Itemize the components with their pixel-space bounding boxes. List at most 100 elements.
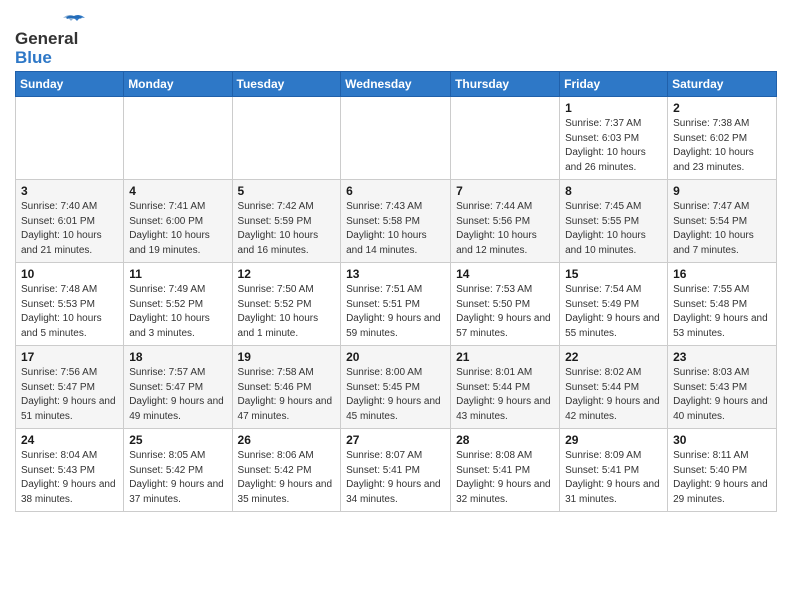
calendar-cell: 6 Sunrise: 7:43 AM Sunset: 5:58 PM Daylig… (341, 180, 451, 263)
day-number: 6 (346, 184, 445, 198)
day-info: Sunrise: 7:50 AM Sunset: 5:52 PM Dayligh… (238, 283, 336, 341)
day-info: Sunrise: 7:51 AM Sunset: 5:51 PM Dayligh… (346, 283, 445, 341)
day-info: Sunrise: 7:49 AM Sunset: 5:52 PM Dayligh… (129, 283, 226, 341)
day-info: Sunrise: 7:56 AM Sunset: 5:47 PM Dayligh… (21, 366, 118, 424)
day-info: Sunrise: 8:03 AM Sunset: 5:43 PM Dayligh… (673, 366, 771, 424)
day-number: 1 (565, 101, 662, 115)
day-info: Sunrise: 7:41 AM Sunset: 6:00 PM Dayligh… (129, 200, 226, 258)
calendar-cell (124, 97, 232, 180)
calendar-cell: 30 Sunrise: 8:11 AM Sunset: 5:40 PM Dayli… (668, 429, 777, 512)
day-info: Sunrise: 8:00 AM Sunset: 5:45 PM Dayligh… (346, 366, 445, 424)
day-info: Sunrise: 8:04 AM Sunset: 5:43 PM Dayligh… (21, 449, 118, 507)
calendar-cell: 7 Sunrise: 7:44 AM Sunset: 5:56 PM Daylig… (451, 180, 560, 263)
day-number: 24 (21, 433, 118, 447)
calendar-cell: 22Sunrise: 8:02 AM Sunset: 5:44 PM Dayli… (560, 346, 668, 429)
day-number: 23 (673, 350, 771, 364)
day-info: Sunrise: 7:42 AM Sunset: 5:59 PM Dayligh… (238, 200, 336, 258)
day-number: 7 (456, 184, 554, 198)
calendar-cell: 24 Sunrise: 8:04 AM Sunset: 5:43 PM Dayli… (16, 429, 124, 512)
day-number: 18 (129, 350, 226, 364)
calendar-cell: 14Sunrise: 7:53 AM Sunset: 5:50 PM Dayli… (451, 263, 560, 346)
day-number: 21 (456, 350, 554, 364)
day-number: 14 (456, 267, 554, 281)
calendar-cell: 21 Sunrise: 8:01 AM Sunset: 5:44 PM Dayli… (451, 346, 560, 429)
calendar-cell (451, 97, 560, 180)
day-number: 10 (21, 267, 118, 281)
calendar-cell: 17Sunrise: 7:56 AM Sunset: 5:47 PM Dayli… (16, 346, 124, 429)
calendar-cell: 27Sunrise: 8:07 AM Sunset: 5:41 PM Dayli… (341, 429, 451, 512)
day-number: 2 (673, 101, 771, 115)
calendar-cell: 28 Sunrise: 8:08 AM Sunset: 5:41 PM Dayli… (451, 429, 560, 512)
day-info: Sunrise: 7:58 AM Sunset: 5:46 PM Dayligh… (238, 366, 336, 424)
weekday-header-sunday: Sunday (16, 72, 124, 97)
weekday-header-tuesday: Tuesday (232, 72, 341, 97)
calendar-cell (232, 97, 341, 180)
day-number: 29 (565, 433, 662, 447)
calendar-cell: 12 Sunrise: 7:50 AM Sunset: 5:52 PM Dayli… (232, 263, 341, 346)
calendar-cell: 15 Sunrise: 7:54 AM Sunset: 5:49 PM Dayli… (560, 263, 668, 346)
day-info: Sunrise: 7:55 AM Sunset: 5:48 PM Dayligh… (673, 283, 771, 341)
calendar-cell: 18Sunrise: 7:57 AM Sunset: 5:47 PM Dayli… (124, 346, 232, 429)
calendar-week-row: 3 Sunrise: 7:40 AM Sunset: 6:01 PM Daylig… (16, 180, 777, 263)
calendar-cell: 9 Sunrise: 7:47 AM Sunset: 5:54 PM Daylig… (668, 180, 777, 263)
day-info: Sunrise: 7:45 AM Sunset: 5:55 PM Dayligh… (565, 200, 662, 258)
day-number: 15 (565, 267, 662, 281)
weekday-header-monday: Monday (124, 72, 232, 97)
calendar-cell: 10 Sunrise: 7:48 AM Sunset: 5:53 PM Dayli… (16, 263, 124, 346)
calendar-cell: 4 Sunrise: 7:41 AM Sunset: 6:00 PM Daylig… (124, 180, 232, 263)
day-number: 28 (456, 433, 554, 447)
logo-text: GeneralBlue (15, 30, 78, 67)
day-info: Sunrise: 7:47 AM Sunset: 5:54 PM Dayligh… (673, 200, 771, 258)
day-info: Sunrise: 7:48 AM Sunset: 5:53 PM Dayligh… (21, 283, 118, 341)
day-number: 5 (238, 184, 336, 198)
day-info: Sunrise: 8:02 AM Sunset: 5:44 PM Dayligh… (565, 366, 662, 424)
calendar-cell: 2Sunrise: 7:38 AM Sunset: 6:02 PM Daylig… (668, 97, 777, 180)
day-number: 19 (238, 350, 336, 364)
weekday-header-saturday: Saturday (668, 72, 777, 97)
day-number: 13 (346, 267, 445, 281)
calendar-cell: 19 Sunrise: 7:58 AM Sunset: 5:46 PM Dayli… (232, 346, 341, 429)
calendar-cell: 5 Sunrise: 7:42 AM Sunset: 5:59 PM Daylig… (232, 180, 341, 263)
day-number: 11 (129, 267, 226, 281)
day-number: 4 (129, 184, 226, 198)
calendar-cell: 23 Sunrise: 8:03 AM Sunset: 5:43 PM Dayli… (668, 346, 777, 429)
logo-bird-icon (63, 14, 85, 28)
weekday-header-friday: Friday (560, 72, 668, 97)
day-info: Sunrise: 8:08 AM Sunset: 5:41 PM Dayligh… (456, 449, 554, 507)
calendar-cell: 29Sunrise: 8:09 AM Sunset: 5:41 PM Dayli… (560, 429, 668, 512)
day-number: 30 (673, 433, 771, 447)
day-info: Sunrise: 8:05 AM Sunset: 5:42 PM Dayligh… (129, 449, 226, 507)
calendar-cell (341, 97, 451, 180)
calendar-week-row: 1 Sunrise: 7:37 AM Sunset: 6:03 PM Daylig… (16, 97, 777, 180)
day-number: 3 (21, 184, 118, 198)
calendar-cell: 1 Sunrise: 7:37 AM Sunset: 6:03 PM Daylig… (560, 97, 668, 180)
calendar-week-row: 24 Sunrise: 8:04 AM Sunset: 5:43 PM Dayli… (16, 429, 777, 512)
day-number: 8 (565, 184, 662, 198)
day-number: 20 (346, 350, 445, 364)
day-info: Sunrise: 8:01 AM Sunset: 5:44 PM Dayligh… (456, 366, 554, 424)
calendar-cell: 3 Sunrise: 7:40 AM Sunset: 6:01 PM Daylig… (16, 180, 124, 263)
calendar-cell: 16 Sunrise: 7:55 AM Sunset: 5:48 PM Dayli… (668, 263, 777, 346)
calendar-header-row: SundayMondayTuesdayWednesdayThursdayFrid… (16, 72, 777, 97)
calendar-cell: 26Sunrise: 8:06 AM Sunset: 5:42 PM Dayli… (232, 429, 341, 512)
day-info: Sunrise: 7:43 AM Sunset: 5:58 PM Dayligh… (346, 200, 445, 258)
day-number: 27 (346, 433, 445, 447)
calendar-cell: 11 Sunrise: 7:49 AM Sunset: 5:52 PM Dayli… (124, 263, 232, 346)
day-info: Sunrise: 8:11 AM Sunset: 5:40 PM Dayligh… (673, 449, 771, 507)
logo: GeneralBlue (15, 16, 85, 67)
day-number: 16 (673, 267, 771, 281)
day-number: 12 (238, 267, 336, 281)
calendar-week-row: 10 Sunrise: 7:48 AM Sunset: 5:53 PM Dayli… (16, 263, 777, 346)
day-info: Sunrise: 8:06 AM Sunset: 5:42 PM Dayligh… (238, 449, 336, 507)
calendar-cell: 8 Sunrise: 7:45 AM Sunset: 5:55 PM Daylig… (560, 180, 668, 263)
day-info: Sunrise: 7:44 AM Sunset: 5:56 PM Dayligh… (456, 200, 554, 258)
calendar-cell: 25 Sunrise: 8:05 AM Sunset: 5:42 PM Dayli… (124, 429, 232, 512)
day-number: 9 (673, 184, 771, 198)
day-number: 25 (129, 433, 226, 447)
weekday-header-thursday: Thursday (451, 72, 560, 97)
day-info: Sunrise: 7:54 AM Sunset: 5:49 PM Dayligh… (565, 283, 662, 341)
day-info: Sunrise: 7:37 AM Sunset: 6:03 PM Dayligh… (565, 117, 662, 175)
day-info: Sunrise: 7:40 AM Sunset: 6:01 PM Dayligh… (21, 200, 118, 258)
calendar-cell: 13 Sunrise: 7:51 AM Sunset: 5:51 PM Dayli… (341, 263, 451, 346)
calendar-table: SundayMondayTuesdayWednesdayThursdayFrid… (15, 71, 777, 512)
